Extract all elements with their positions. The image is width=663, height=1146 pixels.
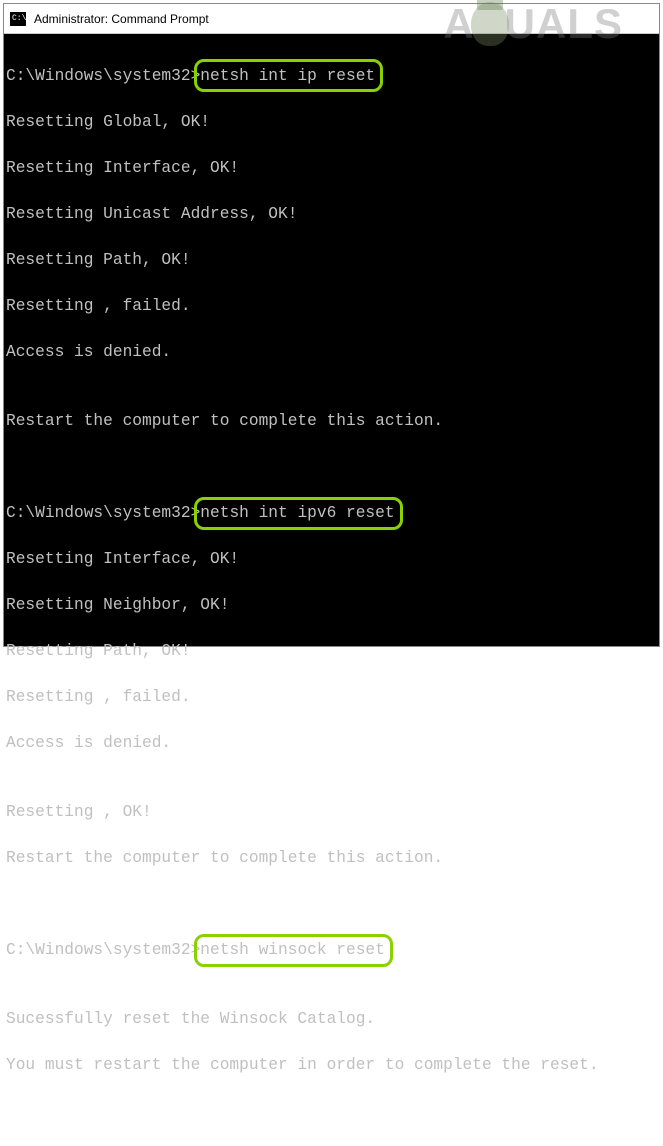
command-prompt-window: Administrator: Command Prompt C:\Windows… [3,3,660,647]
watermark-logo: A UALS [443,0,623,48]
watermark-text-right: UALS [505,0,623,48]
command-text: netsh winsock reset [200,939,385,962]
prompt-line: C:\Windows\system32>netsh int ipv6 reset [4,502,659,525]
output-line: Resetting , OK! [4,801,659,824]
output-line: Resetting , failed. [4,295,659,318]
output-line: Access is denied. [4,341,659,364]
output-line: You must restart the computer in order t… [4,1054,659,1077]
output-line: Resetting Unicast Address, OK! [4,203,659,226]
output-line: Resetting Interface, OK! [4,157,659,180]
command-prompt-icon [10,12,26,26]
prompt-line: C:\Windows\system32>netsh int ip reset [4,65,659,88]
output-line: Resetting , failed. [4,686,659,709]
watermark-mascot-icon [471,2,509,46]
output-line: Resetting Global, OK! [4,111,659,134]
output-line: Resetting Path, OK! [4,249,659,272]
watermark-text-left: A [443,0,474,48]
window-title: Administrator: Command Prompt [34,12,209,26]
output-line: Restart the computer to complete this ac… [4,847,659,870]
prompt-path: C:\Windows\system32> [6,67,200,85]
command-text: netsh int ip reset [200,65,375,88]
output-line: Sucessfully reset the Winsock Catalog. [4,1008,659,1031]
output-line: Resetting Interface, OK! [4,548,659,571]
prompt-path: C:\Windows\system32> [6,941,200,959]
command-text: netsh int ipv6 reset [200,502,394,525]
output-line: Restart the computer to complete this ac… [4,410,659,433]
output-line: Access is denied. [4,732,659,755]
prompt-path: C:\Windows\system32> [6,504,200,522]
output-line: Resetting Neighbor, OK! [4,594,659,617]
prompt-line: C:\Windows\system32>netsh winsock reset [4,939,659,962]
output-line: Resetting Path, OK! [4,640,659,663]
terminal-output[interactable]: C:\Windows\system32>netsh int ip reset R… [4,34,659,1146]
